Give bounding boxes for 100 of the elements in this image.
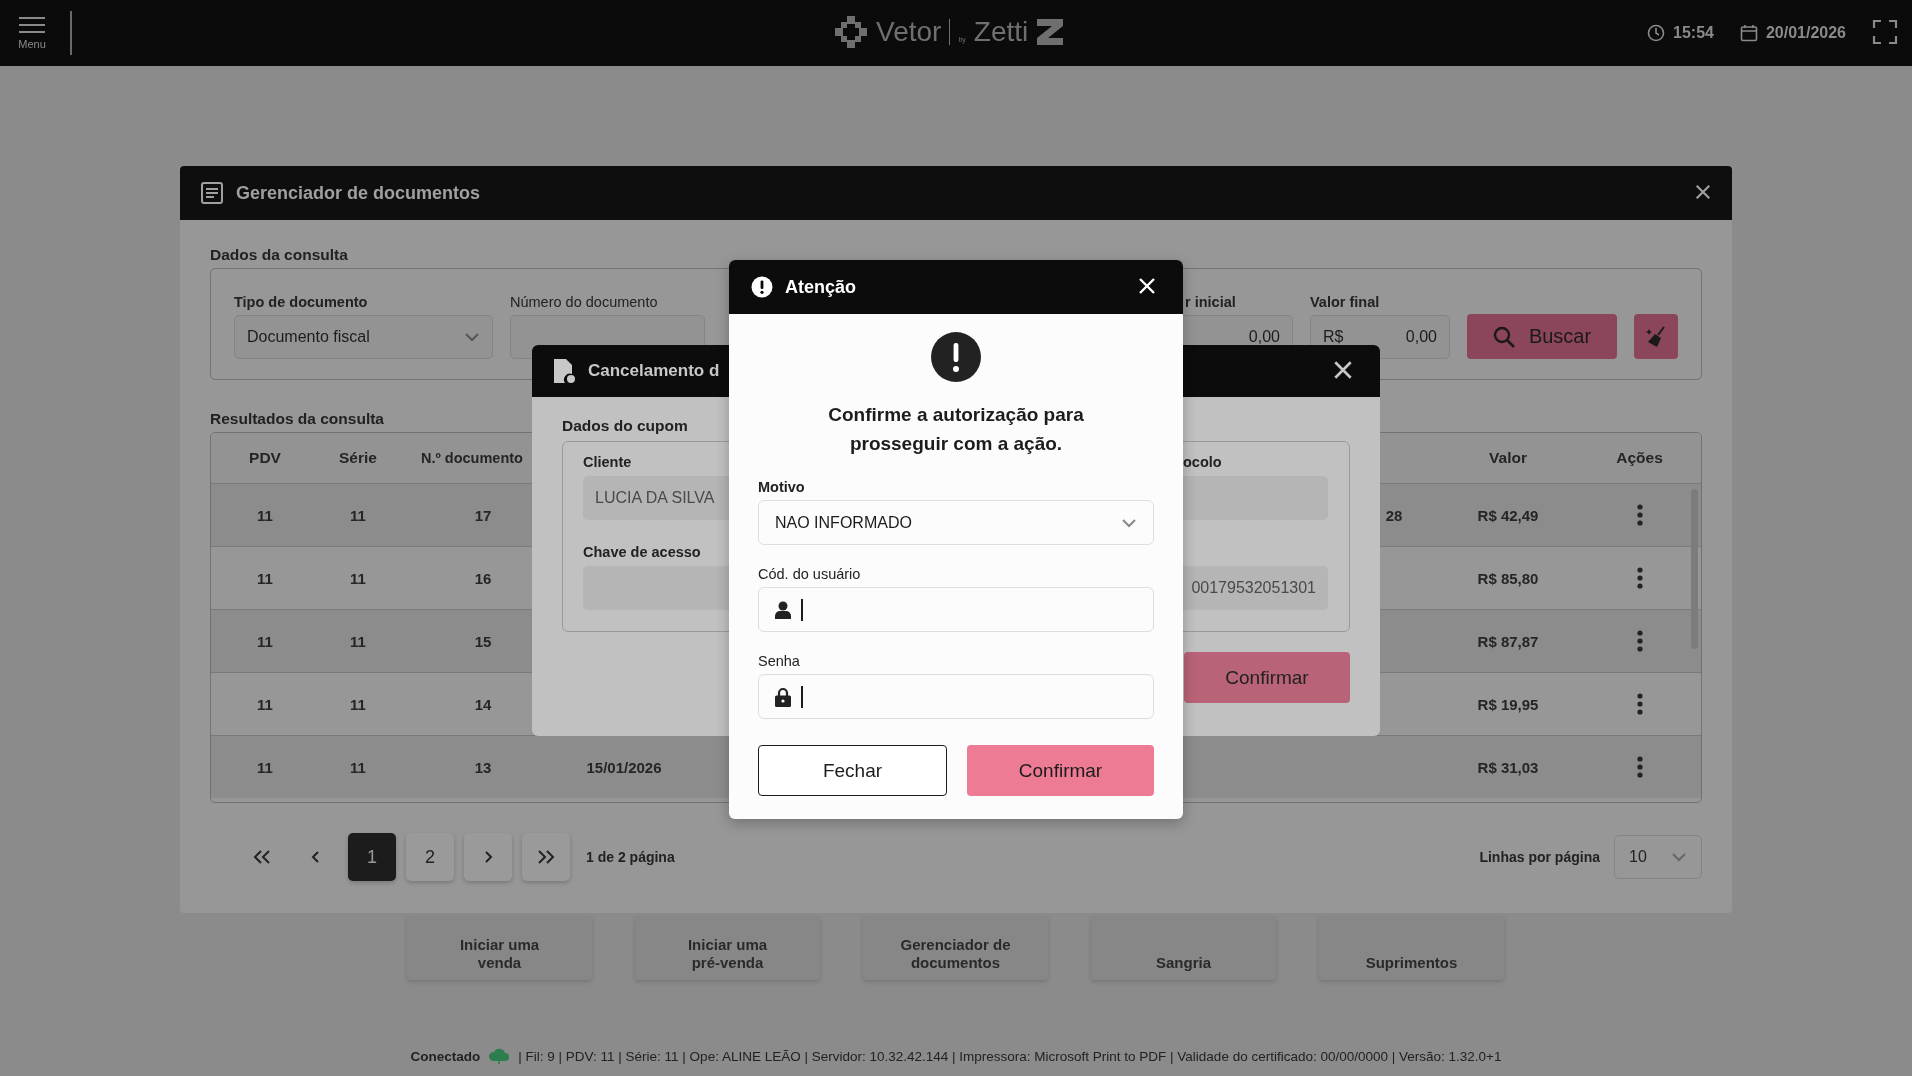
table-cell-text: 15 [473, 632, 493, 650]
column-header: PDV [248, 449, 282, 467]
field-label: r inicial [1184, 294, 1237, 310]
row-actions-button[interactable] [1636, 504, 1643, 526]
clear-button[interactable] [1634, 314, 1678, 359]
rows-per-page-select[interactable]: 10 [1614, 835, 1702, 879]
field-label: Número do documento [510, 294, 659, 310]
table-cell-text: 15/01/2026 [585, 758, 663, 776]
field-label: Senha [758, 653, 800, 669]
more-vertical-icon [1636, 504, 1643, 526]
table-cell-text: 11 [349, 695, 367, 713]
home-tile[interactable]: Sangria [1091, 916, 1276, 980]
search-icon [1492, 325, 1515, 348]
more-vertical-icon [1636, 756, 1643, 778]
menu-button[interactable]: Menu [14, 16, 50, 50]
table-cell-text: 11 [349, 569, 367, 587]
connection-status: Conectado [410, 1048, 481, 1064]
document-icon [552, 358, 576, 384]
alert-icon [931, 332, 981, 382]
row-actions-button[interactable] [1636, 756, 1643, 778]
logo-text: Zetti [973, 16, 1029, 48]
column-header: Série [338, 449, 378, 467]
fullscreen-icon [1872, 18, 1898, 45]
reason-select[interactable]: NAO INFORMADO [758, 500, 1154, 545]
rows-per-page-label: Linhas por página [1479, 849, 1600, 865]
status-details: | Fil: 9 | PDV: 11 | Série: 11 | Ope: ALINE LEÃO | Servidor: 10.32.42.144 | Impressora: Microsoft Print to PDF | Validade do certificado: 00/00/0000 | Versão: 1.32.0+1 [518, 1048, 1502, 1064]
page-button[interactable]: 2 [406, 833, 454, 881]
field-label: Motivo [758, 479, 805, 495]
table-cell-text: 14 [473, 695, 493, 713]
close-button[interactable]: Fechar [758, 745, 947, 796]
clock-icon [1647, 24, 1665, 42]
dialog-title: Cancelamento d [588, 361, 720, 381]
scrollbar[interactable] [1691, 489, 1698, 649]
chevron-down-icon [464, 332, 480, 342]
calendar-icon [1739, 24, 1758, 42]
field-label: Cliente [583, 454, 632, 471]
column-header: Ações [1615, 449, 1664, 467]
field-label: ocolo [1182, 454, 1222, 471]
row-actions-button[interactable] [1636, 567, 1643, 589]
clock-time: 15:54 [1673, 24, 1714, 42]
table-cell-text: 11 [256, 695, 274, 713]
last-page-button[interactable] [522, 833, 570, 881]
chevron-icon [537, 849, 555, 865]
logo-text: Vetor [876, 16, 942, 48]
home-tile[interactable]: Iniciar uma pré-venda [635, 916, 820, 980]
chevron-down-icon [1671, 852, 1687, 862]
table-cell-text: 17 [473, 506, 493, 524]
section-title: Dados do cupom [562, 417, 688, 435]
table-cell-text: R$ 19,95 [1476, 695, 1540, 713]
section-title: Dados da consulta [210, 246, 348, 264]
column-header: Valor [1488, 449, 1528, 467]
lock-icon [775, 686, 791, 707]
field-label: Chave de acesso [583, 543, 701, 561]
section-title: Resultados da consulta [210, 410, 384, 428]
close-icon [1694, 182, 1712, 201]
window-title: Gerenciador de documentos [236, 182, 481, 204]
chevron-down-icon [1121, 517, 1137, 528]
broom-icon [1645, 325, 1667, 348]
field-label: Tipo de documento [234, 294, 369, 310]
table-cell-text: R$ 31,03 [1476, 758, 1540, 776]
home-tile[interactable]: Gerenciador de documentos [863, 916, 1048, 980]
table-cell-text: 11 [349, 758, 367, 776]
dialog-message: Confirme a autorização para prosseguir com a ação. [827, 403, 1085, 456]
page-info: 1 de 2 página [586, 849, 675, 865]
table-cell-text: 28 [1384, 506, 1404, 524]
document-list-icon [200, 181, 224, 205]
more-vertical-icon [1636, 567, 1643, 589]
user-icon [775, 600, 791, 619]
dialog-title: Atenção [785, 276, 856, 298]
table-cell-text: 11 [256, 569, 274, 587]
home-tile[interactable]: Suprimentos [1319, 916, 1504, 980]
field-label: Cód. do usuário [758, 566, 861, 582]
chevron-icon [253, 849, 271, 865]
table-cell-text: 11 [256, 632, 274, 650]
more-vertical-icon [1636, 630, 1643, 652]
document-type-select[interactable]: Documento fiscal [234, 315, 493, 359]
table-cell-text: R$ 87,87 [1476, 632, 1540, 650]
column-header: N.º documento [420, 450, 524, 466]
logo-mark-icon [834, 15, 868, 49]
menu-icon [18, 16, 46, 34]
table-cell-text: 16 [473, 569, 493, 587]
z-mark-icon [1036, 18, 1065, 46]
home-tile[interactable]: Iniciar uma venda [407, 916, 592, 980]
page-button[interactable]: 1 [348, 833, 396, 881]
close-icon [1137, 275, 1157, 296]
field-label: Valor final [1310, 294, 1381, 310]
table-cell-text: 11 [349, 506, 367, 524]
confirm-button[interactable]: Confirmar [1184, 652, 1350, 703]
date-text: 20/01/2026 [1765, 24, 1846, 42]
table-cell-text: 11 [349, 632, 367, 650]
alert-icon [751, 276, 773, 298]
row-actions-button[interactable] [1636, 693, 1643, 715]
confirm-button[interactable]: Confirmar [967, 745, 1154, 796]
table-cell-text: 13 [473, 758, 493, 776]
row-actions-button[interactable] [1636, 630, 1643, 652]
table-cell-text: 11 [256, 506, 274, 524]
table-cell-text: R$ 85,80 [1476, 569, 1540, 587]
table-cell-text: R$ 42,49 [1476, 506, 1540, 524]
password-field[interactable] [758, 674, 1154, 719]
table-cell-text: 11 [256, 758, 274, 776]
